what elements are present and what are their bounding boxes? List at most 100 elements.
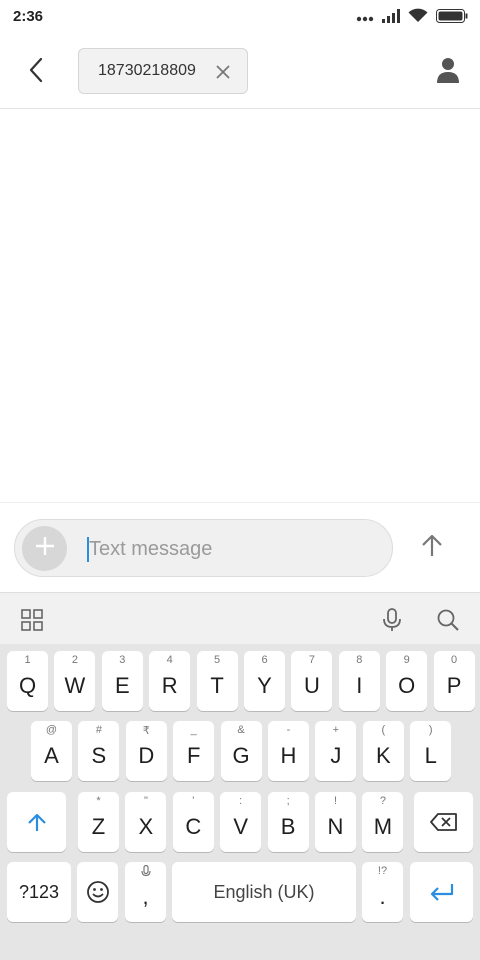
key-x[interactable]: " X <box>125 792 167 852</box>
back-button[interactable] <box>18 54 54 90</box>
key-label: . <box>379 884 386 909</box>
key-z[interactable]: * Z <box>78 792 119 852</box>
send-button[interactable] <box>412 527 452 567</box>
period-key[interactable]: !?. <box>362 862 403 922</box>
backspace-icon <box>429 813 457 831</box>
signal-icon <box>382 8 400 28</box>
more-dots-icon <box>356 9 374 27</box>
status-bar: 2:36 <box>0 0 480 34</box>
key-hint: ( <box>381 724 386 736</box>
key-m[interactable]: ? M <box>362 792 404 852</box>
plus-icon <box>35 536 55 561</box>
emoji-key[interactable] <box>77 862 118 922</box>
key-label: B <box>280 814 296 839</box>
search-icon <box>437 609 459 631</box>
key-d[interactable]: ₹ D <box>125 721 167 781</box>
keyboard: 1 Q 2 W 3 E 4 R 5 T 6 Y 7 U 8 I 9 O 0 P @ A # S ₹ D _ F & G - H + J(K) L * Z… <box>0 592 480 960</box>
key-hint: ! <box>333 795 338 807</box>
key-label: N <box>327 814 344 839</box>
key-hint: 8 <box>356 654 363 666</box>
key-hint: " <box>143 795 148 807</box>
emoji-icon <box>86 881 109 903</box>
key-t[interactable]: 5T <box>196 651 238 711</box>
key-y[interactable]: 6Y <box>244 651 285 711</box>
conversation-header: 18730218809 <box>0 34 480 109</box>
key-e[interactable]: 3E <box>101 651 143 711</box>
key-label: F <box>186 743 201 768</box>
key-hint: @ <box>45 724 58 736</box>
contact-button[interactable] <box>430 54 466 90</box>
key-label: D <box>138 743 155 768</box>
key-hint: 5 <box>214 654 221 666</box>
key-label: I <box>356 673 363 698</box>
apps-button[interactable] <box>17 605 47 635</box>
message-input[interactable] <box>89 534 379 564</box>
key-g[interactable]: & G <box>220 721 262 781</box>
symbols-key[interactable]: ?123 <box>7 862 71 922</box>
key-hint: ? <box>379 795 386 807</box>
key-f[interactable]: _ F <box>173 721 215 781</box>
key-u[interactable]: 7U <box>291 651 333 711</box>
voice-input-button[interactable] <box>377 605 407 635</box>
keyboard-toolbar <box>0 592 480 644</box>
key-label: M <box>373 814 393 839</box>
key-hint: 4 <box>166 654 173 666</box>
key-label: R <box>161 673 178 698</box>
key-c[interactable]: ' C <box>172 792 214 852</box>
key-hint: _ <box>190 724 197 736</box>
key-q[interactable]: 1Q <box>7 651 48 711</box>
key-label: S <box>91 743 107 768</box>
key-label: V <box>233 814 249 839</box>
key-hint: !? <box>377 865 388 877</box>
key-label: J <box>330 743 342 768</box>
status-icons <box>356 8 468 28</box>
key-a[interactable]: @ A <box>31 721 72 781</box>
space-key[interactable]: English (UK) <box>172 862 356 922</box>
remove-recipient-button[interactable] <box>213 62 233 82</box>
backspace-key[interactable] <box>414 792 473 852</box>
key-p[interactable]: 0P <box>433 651 475 711</box>
key-label: H <box>280 743 297 768</box>
key-label: Z <box>91 814 106 839</box>
battery-icon <box>436 8 468 28</box>
compose-box <box>14 519 393 577</box>
arrow-up-icon <box>421 533 443 562</box>
shift-key[interactable] <box>7 792 66 852</box>
key-hint: 6 <box>261 654 268 666</box>
key-hint: 7 <box>308 654 315 666</box>
key-label: X <box>138 814 154 839</box>
close-icon <box>216 65 230 79</box>
key-r[interactable]: 4R <box>149 651 191 711</box>
key-label: G <box>232 743 250 768</box>
key-h[interactable]: -H <box>268 721 309 781</box>
key-hint: 9 <box>403 654 410 666</box>
key-hint: - <box>286 724 291 736</box>
recipient-chip[interactable]: 18730218809 <box>78 48 248 94</box>
key-w[interactable]: 2W <box>54 651 96 711</box>
key-n[interactable]: ! N <box>315 792 356 852</box>
key-hint: 1 <box>24 654 31 666</box>
key-v[interactable]: :V <box>220 792 262 852</box>
key-o[interactable]: 9O <box>386 651 428 711</box>
search-button[interactable] <box>433 605 463 635</box>
enter-key[interactable] <box>410 862 473 922</box>
status-time: 2:36 <box>13 8 44 25</box>
key-label: T <box>210 673 224 698</box>
grid-icon <box>21 609 43 631</box>
key-b[interactable]: ; B <box>267 792 309 852</box>
key-label: E <box>114 673 130 698</box>
key-hint: + <box>332 724 340 736</box>
enter-icon <box>430 884 453 901</box>
comma-key[interactable]: , <box>125 862 166 922</box>
key-j[interactable]: + J <box>315 721 357 781</box>
microphone-icon <box>383 608 401 631</box>
key-label: Y <box>257 673 272 698</box>
key-label: O <box>398 673 416 698</box>
key-s[interactable]: # S <box>78 721 120 781</box>
key-l[interactable]: ) L <box>410 721 452 781</box>
key-i[interactable]: 8I <box>338 651 380 711</box>
attach-button[interactable] <box>22 526 67 571</box>
key-label: C <box>185 814 202 839</box>
key-label: K <box>375 743 391 768</box>
key-k[interactable]: (K <box>362 721 404 781</box>
